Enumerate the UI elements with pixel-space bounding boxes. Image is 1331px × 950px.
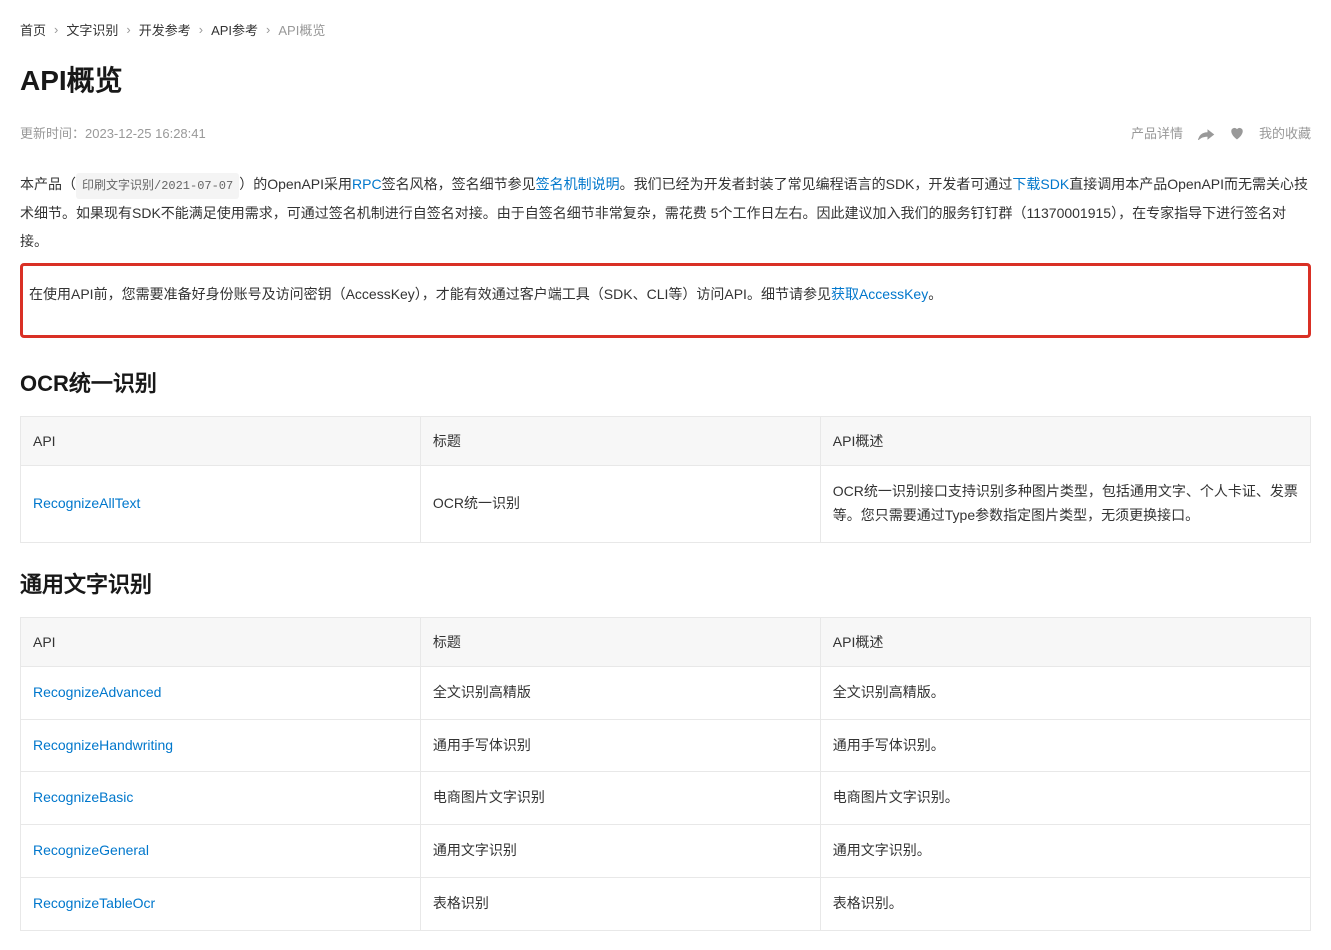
table-header-api: API bbox=[21, 617, 421, 666]
meta-row: 更新时间：2023-12-25 16:28:41 产品详情 我的收藏 bbox=[20, 123, 1311, 142]
api-desc: 表格识别。 bbox=[820, 877, 1310, 930]
api-title: 通用手写体识别 bbox=[420, 719, 820, 772]
my-favorite-link[interactable]: 我的收藏 bbox=[1259, 123, 1311, 142]
share-icon[interactable] bbox=[1197, 126, 1215, 140]
api-link[interactable]: RecognizeGeneral bbox=[33, 842, 149, 858]
breadcrumb-current: API概览 bbox=[278, 20, 325, 39]
api-link[interactable]: RecognizeHandwriting bbox=[33, 737, 173, 753]
breadcrumb-item[interactable]: API参考 bbox=[211, 20, 258, 39]
update-time: 更新时间：2023-12-25 16:28:41 bbox=[20, 123, 206, 142]
table-header-desc: API概述 bbox=[820, 617, 1310, 666]
api-desc: OCR统一识别接口支持识别多种图片类型，包括通用文字、个人卡证、发票等。您只需要… bbox=[820, 466, 1310, 543]
intro-paragraph: 本产品（印刷文字识别/2021-07-07）的OpenAPI采用RPC签名风格，… bbox=[20, 170, 1311, 255]
table-row: RecognizeHandwriting 通用手写体识别 通用手写体识别。 bbox=[21, 719, 1311, 772]
api-title: 全文识别高精版 bbox=[420, 666, 820, 719]
section-heading: OCR统一识别 bbox=[20, 366, 1311, 398]
table-row: RecognizeAllText OCR统一识别 OCR统一识别接口支持识别多种… bbox=[21, 466, 1311, 543]
api-desc: 通用手写体识别。 bbox=[820, 719, 1310, 772]
api-title: 表格识别 bbox=[420, 877, 820, 930]
api-desc: 通用文字识别。 bbox=[820, 825, 1310, 878]
table-header-title: 标题 bbox=[420, 417, 820, 466]
api-title: 电商图片文字识别 bbox=[420, 772, 820, 825]
page-title: API概览 bbox=[20, 59, 1311, 99]
breadcrumb-item[interactable]: 开发参考 bbox=[139, 20, 191, 39]
api-title: 通用文字识别 bbox=[420, 825, 820, 878]
table-header-api: API bbox=[21, 417, 421, 466]
api-desc: 全文识别高精版。 bbox=[820, 666, 1310, 719]
api-link[interactable]: RecognizeAllText bbox=[33, 495, 140, 511]
sign-mechanism-link[interactable]: 签名机制说明 bbox=[536, 176, 620, 192]
api-table-ocr-unified: API 标题 API概述 RecognizeAllText OCR统一识别 OC… bbox=[20, 416, 1311, 543]
breadcrumb-item[interactable]: 文字识别 bbox=[66, 20, 118, 39]
table-row: RecognizeGeneral 通用文字识别 通用文字识别。 bbox=[21, 825, 1311, 878]
api-table-general-text: API 标题 API概述 RecognizeAdvanced 全文识别高精版 全… bbox=[20, 617, 1311, 931]
table-row: RecognizeTableOcr 表格识别 表格识别。 bbox=[21, 877, 1311, 930]
api-desc: 电商图片文字识别。 bbox=[820, 772, 1310, 825]
rpc-link[interactable]: RPC bbox=[352, 176, 382, 192]
download-sdk-link[interactable]: 下载SDK bbox=[1012, 176, 1069, 192]
chevron-right-icon: › bbox=[266, 22, 270, 37]
product-version-chip: 印刷文字识别/2021-07-07 bbox=[76, 173, 239, 199]
chevron-right-icon: › bbox=[54, 22, 58, 37]
breadcrumb-item[interactable]: 首页 bbox=[20, 20, 46, 39]
api-link[interactable]: RecognizeBasic bbox=[33, 789, 133, 805]
table-header-title: 标题 bbox=[420, 617, 820, 666]
product-detail-link[interactable]: 产品详情 bbox=[1131, 123, 1183, 142]
chevron-right-icon: › bbox=[199, 22, 203, 37]
table-header-desc: API概述 bbox=[820, 417, 1310, 466]
table-row: RecognizeAdvanced 全文识别高精版 全文识别高精版。 bbox=[21, 666, 1311, 719]
breadcrumb: 首页 › 文字识别 › 开发参考 › API参考 › API概览 bbox=[20, 20, 1311, 39]
highlight-notice: 在使用API前，您需要准备好身份账号及访问密钥（AccessKey），才能有效通… bbox=[20, 263, 1311, 338]
api-link[interactable]: RecognizeAdvanced bbox=[33, 684, 161, 700]
section-heading: 通用文字识别 bbox=[20, 567, 1311, 599]
chevron-right-icon: › bbox=[126, 22, 130, 37]
heart-icon[interactable] bbox=[1229, 126, 1245, 140]
api-link[interactable]: RecognizeTableOcr bbox=[33, 895, 155, 911]
table-row: RecognizeBasic 电商图片文字识别 电商图片文字识别。 bbox=[21, 772, 1311, 825]
get-accesskey-link[interactable]: 获取AccessKey bbox=[831, 286, 928, 302]
api-title: OCR统一识别 bbox=[420, 466, 820, 543]
